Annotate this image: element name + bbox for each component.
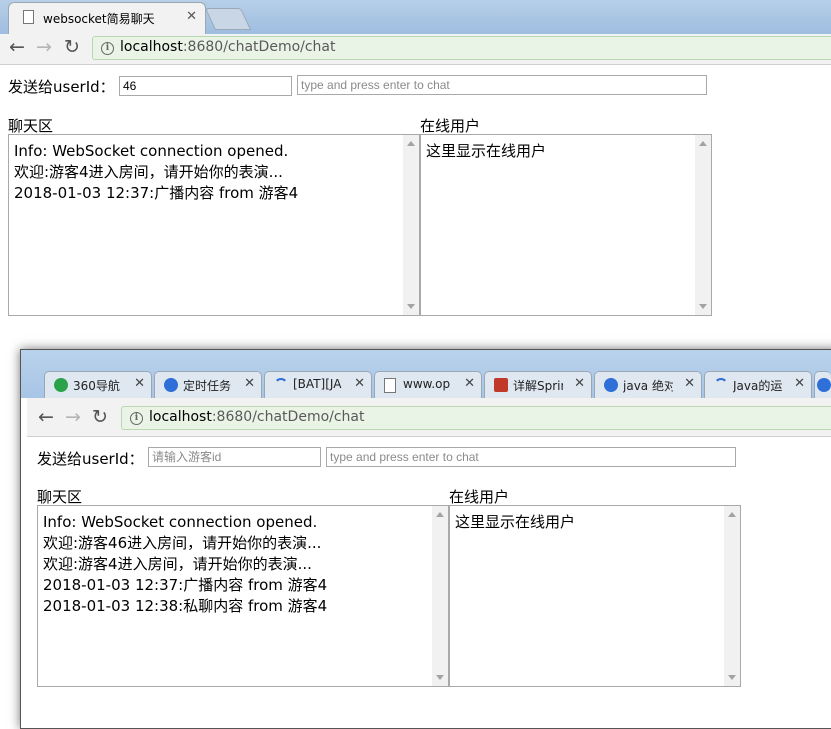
browser1-address-bar[interactable]: i localhost:8680/chatDemo/chat [92, 36, 831, 60]
tab-java-absolute[interactable]: java 绝对 ✕ [594, 371, 702, 398]
info-icon[interactable]: i [130, 412, 143, 425]
forward-arrow-icon[interactable]: → [36, 36, 52, 58]
online-users-text: 这里显示在线用户 [426, 142, 547, 160]
back-arrow-icon[interactable]: ← [38, 406, 54, 428]
chat-textarea[interactable]: Info: WebSocket connection opened. 欢迎:游客… [37, 505, 449, 687]
scroll-down-arrow-icon[interactable] [407, 304, 415, 309]
url-host: localhost [149, 409, 212, 425]
send-to-label: 发送给userId： [8, 78, 115, 96]
tab-title: [BAT][JA [293, 377, 342, 391]
baidu-paw-icon [817, 378, 831, 392]
tab-title: 360导航 [73, 379, 120, 393]
userid-input[interactable]: 请输入游客id [148, 447, 321, 467]
tab-title: Java的运 [733, 379, 783, 393]
online-users-textarea[interactable]: 这里显示在线用户 [449, 505, 741, 687]
url-text: localhost:8680/chatDemo/chat [120, 39, 336, 55]
scroll-up-arrow-icon[interactable] [407, 141, 415, 146]
userid-placeholder: 请输入游客id [152, 450, 222, 464]
chat-area-label: 聊天区 [37, 488, 83, 506]
chat-scrollbar[interactable] [403, 135, 419, 315]
scroll-up-arrow-icon[interactable] [728, 512, 736, 517]
browser1-tab-active[interactable]: websocket简易聊天 ✕ [8, 2, 206, 35]
tab-bat-java[interactable]: [BAT][JA ✕ [264, 371, 372, 398]
online-scrollbar[interactable] [695, 135, 711, 315]
online-users-text: 这里显示在线用户 [455, 513, 576, 531]
tab-title: www.op [403, 377, 451, 391]
scroll-down-arrow-icon[interactable] [728, 675, 736, 680]
chat-message: Info: WebSocket connection opened. [43, 513, 318, 531]
send-to-label: 发送给userId： [37, 450, 144, 468]
online-scrollbar[interactable] [724, 506, 740, 686]
loading-icon [274, 378, 288, 392]
baidu-paw-icon [164, 378, 178, 392]
baidu-paw-icon [604, 378, 618, 392]
tab-close-icon[interactable]: ✕ [464, 376, 475, 391]
chat-message: Info: WebSocket connection opened. [14, 142, 289, 160]
chat-messages: Info: WebSocket connection opened. 欢迎:游客… [43, 512, 327, 617]
tab-title: 定时任务 [183, 379, 232, 393]
online-users-label: 在线用户 [420, 117, 481, 135]
page-icon [23, 10, 34, 24]
message-placeholder: type and press enter to chat [330, 450, 479, 464]
forward-arrow-icon[interactable]: → [65, 406, 81, 428]
tab-www[interactable]: www.op ✕ [374, 371, 482, 398]
chat-textarea[interactable]: Info: WebSocket connection opened. 欢迎:游客… [8, 134, 420, 316]
tab-scheduled-task[interactable]: 定时任务 ✕ [154, 371, 262, 398]
userid-value: 46 [123, 79, 137, 93]
page-icon [384, 378, 396, 393]
url-path: :8680/chatDemo/chat [182, 39, 336, 55]
chat-area-label: 聊天区 [8, 117, 54, 135]
tab-close-icon[interactable]: ✕ [244, 376, 255, 391]
scroll-up-arrow-icon[interactable] [436, 512, 444, 517]
360-icon [54, 378, 68, 392]
tab-title: java 绝对 [623, 379, 673, 393]
back-arrow-icon[interactable]: ← [9, 36, 25, 58]
tab-360-nav[interactable]: 360导航 ✕ [44, 371, 152, 398]
scroll-down-arrow-icon[interactable] [699, 304, 707, 309]
tab-close-icon[interactable]: ✕ [134, 376, 145, 391]
tab-java-runtime[interactable]: Java的运 ✕ [704, 371, 812, 398]
tab-spring-article[interactable]: 详解Sprin ✕ [484, 371, 592, 398]
chat-message: 2018-01-03 12:37:广播内容 from 游客4 [14, 184, 299, 202]
tab-title: 详解Sprin [513, 379, 563, 393]
message-placeholder: type and press enter to chat [301, 78, 450, 92]
chat-message: 欢迎:游客4进入房间，请开始你的表演... [43, 555, 312, 573]
chat-message: 2018-01-03 12:37:广播内容 from 游客4 [43, 576, 328, 594]
tab-close-icon[interactable]: ✕ [684, 376, 695, 391]
tab-close-icon[interactable]: ✕ [186, 9, 197, 24]
chat-scrollbar[interactable] [432, 506, 448, 686]
tab-close-icon[interactable]: ✕ [574, 376, 585, 391]
loading-icon [714, 378, 728, 392]
chat-messages: Info: WebSocket connection opened. 欢迎:游客… [14, 141, 298, 204]
browser2-address-bar[interactable]: i localhost:8680/chatDemo/chat [121, 406, 831, 430]
chat-message: 欢迎:游客46进入房间，请开始你的表演... [43, 534, 322, 552]
chat-message: 欢迎:游客4进入房间，请开始你的表演... [14, 163, 283, 181]
scroll-up-arrow-icon[interactable] [699, 141, 707, 146]
message-input[interactable]: type and press enter to chat [297, 75, 707, 95]
tab-close-icon[interactable]: ✕ [794, 376, 805, 391]
b-logo-icon [494, 378, 508, 392]
userid-input[interactable]: 46 [119, 76, 292, 96]
message-input[interactable]: type and press enter to chat [326, 447, 736, 467]
reload-icon[interactable]: ↻ [92, 406, 108, 428]
tab-overflow[interactable] [814, 371, 831, 398]
info-icon[interactable]: i [101, 42, 114, 55]
tab-close-icon[interactable]: ✕ [354, 376, 365, 391]
scroll-down-arrow-icon[interactable] [436, 675, 444, 680]
online-users-textarea[interactable]: 这里显示在线用户 [420, 134, 712, 316]
url-text: localhost:8680/chatDemo/chat [149, 409, 365, 425]
url-path: :8680/chatDemo/chat [211, 409, 365, 425]
tab-title: websocket简易聊天 [43, 12, 155, 26]
chat-message: 2018-01-03 12:38:私聊内容 from 游客4 [43, 597, 328, 615]
online-users-label: 在线用户 [449, 488, 510, 506]
reload-icon[interactable]: ↻ [64, 36, 80, 58]
url-host: localhost [120, 39, 183, 55]
